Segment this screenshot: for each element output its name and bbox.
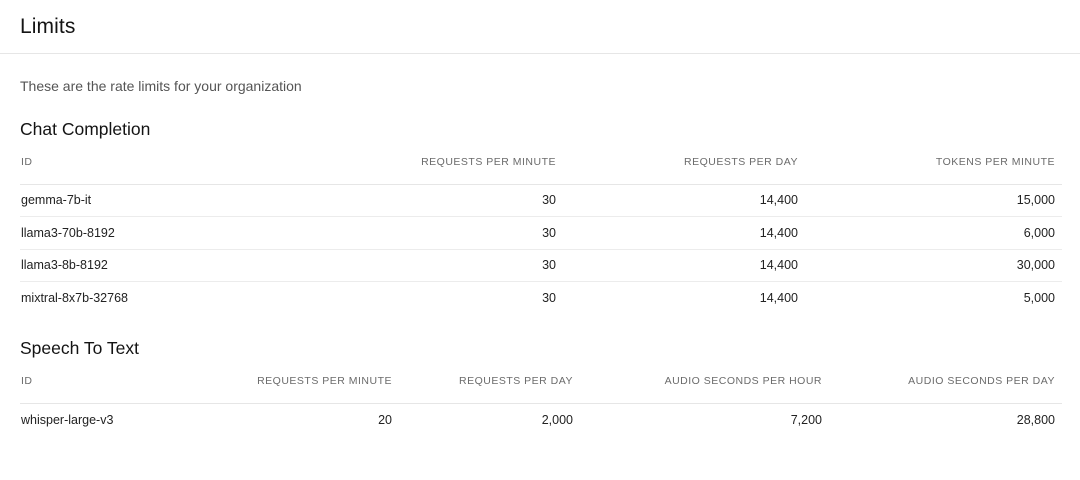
requests-per-minute: 30 [350, 249, 563, 282]
column-header-requests-per-minute: REQUESTS PER MINUTE [350, 140, 563, 185]
model-id: gemma-7b-it [20, 184, 350, 217]
requests-per-minute: 30 [350, 216, 563, 250]
tokens-per-minute: 30,000 [805, 249, 1062, 282]
table-row: whisper-large-v3 20 2,000 7,200 28,800 [20, 403, 1062, 436]
speech-to-text-table: ID REQUESTS PER MINUTE REQUESTS PER DAY … [20, 359, 1062, 436]
section-title-chat-completion: Chat Completion [20, 119, 151, 139]
column-header-requests-per-day: REQUESTS PER DAY [399, 359, 580, 404]
model-id: llama3-8b-8192 [20, 249, 350, 282]
requests-per-minute: 20 [378, 412, 392, 427]
table-header-row: ID REQUESTS PER MINUTE REQUESTS PER DAY … [20, 140, 1062, 185]
column-header-requests-per-day: REQUESTS PER DAY [563, 140, 805, 185]
table-row: llama3-70b-8192 30 14,400 6,000 [20, 216, 1062, 250]
model-id: mixtral-8x7b-32768 [21, 291, 128, 305]
main-content: These are the rate limits for your organ… [0, 78, 1080, 436]
model-id: whisper-large-v3 [21, 412, 114, 427]
requests-per-day: 2,000 [541, 412, 573, 427]
audio-seconds-per-hour: 7,200 [790, 412, 822, 427]
audio-seconds-per-day: 28,800 [1016, 412, 1055, 427]
intro-text: These are the rate limits for your organ… [20, 78, 302, 94]
table-header-row: ID REQUESTS PER MINUTE REQUESTS PER DAY … [20, 359, 1062, 404]
requests-per-day: 14,400 [563, 249, 805, 282]
table-row: mixtral-8x7b-32768 30 14,400 5,000 [20, 282, 1062, 315]
column-header-id: ID [20, 140, 350, 185]
column-header-audio-seconds-per-hour: AUDIO SECONDS PER HOUR [580, 359, 829, 404]
requests-per-day: 14,400 [563, 184, 805, 217]
chat-completion-section: Chat Completion ID REQUESTS PER MINUTE R… [20, 119, 1062, 314]
tokens-per-minute: 5,000 [1023, 291, 1055, 305]
model-id: llama3-70b-8192 [20, 216, 350, 250]
column-header-tokens-per-minute: TOKENS PER MINUTE [805, 140, 1062, 185]
speech-to-text-section: Speech To Text ID REQUESTS PER MINUTE RE… [20, 338, 1062, 436]
tokens-per-minute: 6,000 [805, 216, 1062, 250]
requests-per-minute: 30 [542, 291, 556, 305]
column-header-audio-seconds-per-day: AUDIO SECONDS PER DAY [829, 359, 1062, 404]
column-header-requests-per-minute: REQUESTS PER MINUTE [200, 359, 399, 404]
requests-per-day: 14,400 [563, 216, 805, 250]
requests-per-day: 14,400 [759, 291, 798, 305]
table-row: llama3-8b-8192 30 14,400 30,000 [20, 249, 1062, 282]
table-row: gemma-7b-it 30 14,400 15,000 [20, 184, 1062, 217]
page-title: Limits [20, 14, 76, 38]
chat-completion-table: ID REQUESTS PER MINUTE REQUESTS PER DAY … [20, 140, 1062, 314]
column-header-id: ID [20, 359, 200, 404]
requests-per-minute: 30 [350, 184, 563, 217]
tokens-per-minute: 15,000 [805, 184, 1062, 217]
page-header: Limits [0, 0, 1080, 54]
section-title-speech-to-text: Speech To Text [20, 338, 140, 358]
